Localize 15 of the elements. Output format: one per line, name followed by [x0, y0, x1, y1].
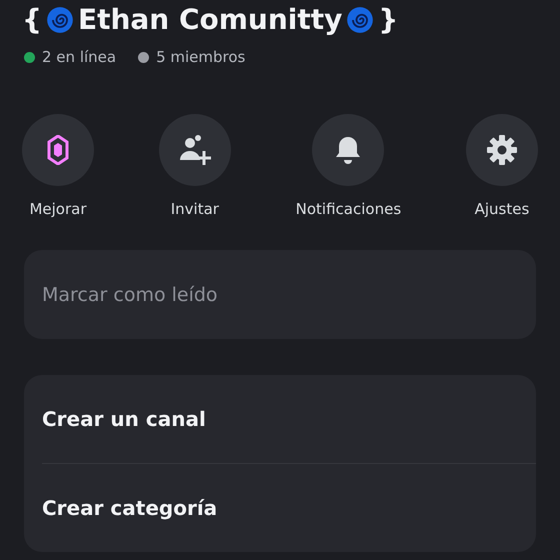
settings-icon: [486, 134, 518, 166]
server-name: Ethan Comunitty: [78, 2, 342, 38]
gem-icon: [47, 135, 69, 165]
add-person-icon: [178, 134, 212, 166]
mark-read-button[interactable]: Marcar como leído: [24, 250, 536, 339]
bell-icon: [334, 135, 362, 165]
action-button[interactable]: Notificaciones: [296, 114, 402, 218]
spiral-icon: [346, 6, 374, 34]
spiral-icon: [46, 6, 74, 34]
menu-item[interactable]: Crear categoría: [42, 464, 536, 552]
status-text: 2 en línea: [42, 48, 116, 66]
title-brace: }: [378, 2, 398, 38]
title-brace: {: [22, 2, 42, 38]
status-text: 5 miembros: [156, 48, 246, 66]
menu-item[interactable]: Crear un canal: [42, 375, 536, 464]
